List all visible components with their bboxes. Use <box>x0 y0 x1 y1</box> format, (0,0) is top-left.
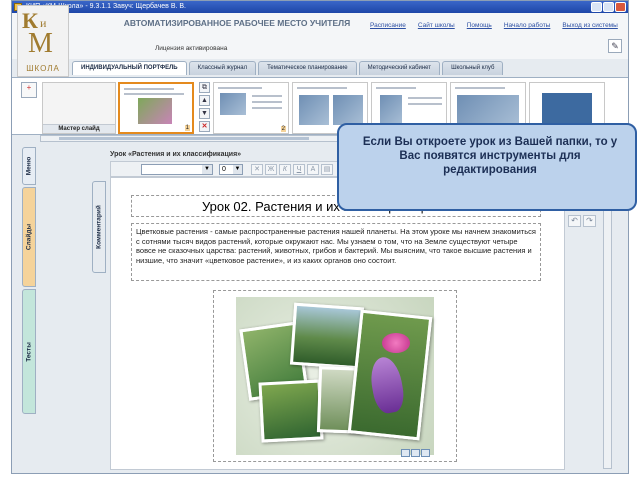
delete-icon[interactable]: ✕ <box>199 121 210 132</box>
maximize-button[interactable] <box>603 2 614 12</box>
side-tab-slides[interactable]: Слайды <box>22 187 36 287</box>
link-getting-started[interactable]: Начало работы <box>504 22 551 29</box>
slide-tools: ⧉ ▲ ▼ ✕ <box>199 82 211 134</box>
app-title: АВТОМАТИЗИРОВАННОЕ РАБОЧЕЕ МЕСТО УЧИТЕЛЯ <box>123 18 351 28</box>
slide-thumbnail[interactable]: 2 <box>213 82 289 134</box>
top-links: Расписание Сайт школы Помощь Начало рабо… <box>370 22 618 29</box>
slide-number: 1 <box>184 125 190 131</box>
tab-individual-portfolio[interactable]: ИНДИВИДУАЛЬНЫЙ ПОРТФЕЛЬ <box>72 61 187 75</box>
slide-canvas: Урок 02. Растения и их классификация Цве… <box>110 177 565 470</box>
callout-text: Если Вы откроете урок из Вашей папки, то… <box>362 136 618 176</box>
side-tab-tests-label: Тесты <box>25 341 33 362</box>
text-color-icon[interactable]: A <box>307 164 319 175</box>
master-slide-label: Мастер слайд <box>43 124 115 133</box>
font-size-select[interactable]: 0 ▼ <box>219 164 243 175</box>
tab-thematic-planning[interactable]: Тематическое планирование <box>258 61 357 75</box>
license-status: Лицензия активирована <box>155 45 228 52</box>
move-up-icon[interactable]: ▲ <box>199 95 210 106</box>
italic-button[interactable]: К <box>279 164 291 175</box>
plant-collage-image <box>236 297 434 455</box>
lesson-label: Урок «Растения и их классификация» <box>110 151 242 158</box>
link-help[interactable]: Помощь <box>467 22 492 29</box>
callout-bubble: Если Вы откроете урок из Вашей папки, то… <box>337 123 637 211</box>
tab-class-journal[interactable]: Классный журнал <box>188 61 257 75</box>
logo-letter-m: М <box>28 28 53 59</box>
chevron-down-icon: ▼ <box>233 165 242 174</box>
undo-icon[interactable]: ↶ <box>568 215 581 227</box>
underline-button[interactable]: Ч <box>293 164 305 175</box>
main-tabs: ИНДИВИДУАЛЬНЫЙ ПОРТФЕЛЬ Классный журнал … <box>72 61 505 75</box>
lesson-image-box[interactable] <box>213 290 457 462</box>
bold-button[interactable]: Ж <box>265 164 277 175</box>
image-resize-icon[interactable] <box>411 449 420 457</box>
lesson-text-box[interactable]: Цветковые растения - самые распространен… <box>131 223 541 281</box>
font-family-select[interactable]: ▼ <box>141 164 213 175</box>
slide-thumbnail[interactable]: 1 <box>118 82 194 134</box>
redo-icon[interactable]: ↷ <box>583 215 596 227</box>
copy-icon[interactable]: ⧉ <box>199 82 210 93</box>
clear-format-icon[interactable]: ✕ <box>251 164 263 175</box>
tab-school-club[interactable]: Школьный клуб <box>442 61 504 75</box>
pencil-icon[interactable]: ✎ <box>608 39 622 53</box>
logo-school: ШКОЛА <box>26 64 60 73</box>
font-size-value: 0 <box>222 166 226 173</box>
side-tab-slides-label: Слайды <box>25 223 33 251</box>
chevron-down-icon: ▼ <box>202 165 212 174</box>
logo: К и М ШКОЛА <box>17 5 69 77</box>
move-down-icon[interactable]: ▼ <box>199 108 210 119</box>
tab-methodical-cabinet[interactable]: Методический кабинет <box>358 61 441 75</box>
header: АВТОМАТИЗИРОВАННОЕ РАБОЧЕЕ МЕСТО УЧИТЕЛЯ… <box>12 13 628 59</box>
comments-tab[interactable]: Комментарий <box>92 181 106 273</box>
app-window: КИП «КМ-Школа» - 9.3.1.1 Завуч: Щербачев… <box>11 0 629 474</box>
close-button[interactable] <box>615 2 626 12</box>
undo-redo: ↶ ↷ <box>568 215 596 227</box>
image-delete-icon[interactable] <box>421 449 430 457</box>
comments-tab-label: Комментарий <box>95 205 103 249</box>
paste-icon[interactable]: ▤ <box>321 164 333 175</box>
image-edit-icon[interactable] <box>401 449 410 457</box>
add-slide-icon[interactable]: + <box>21 82 37 98</box>
minimize-button[interactable] <box>591 2 602 12</box>
side-tab-menu-label: Меню <box>25 156 33 176</box>
side-tab-tests[interactable]: Тесты <box>22 289 36 414</box>
link-schedule[interactable]: Расписание <box>370 22 406 29</box>
master-slide[interactable]: Мастер слайд <box>42 82 116 134</box>
title-bar: КИП «КМ-Школа» - 9.3.1.1 Завуч: Щербачев… <box>12 1 628 13</box>
side-tab-menu[interactable]: Меню <box>22 147 36 185</box>
link-school-site[interactable]: Сайт школы <box>418 22 455 29</box>
link-logout[interactable]: Выход из системы <box>562 22 617 29</box>
slide-number: 2 <box>280 126 286 132</box>
lesson-text: Цветковые растения - самые распространен… <box>136 227 536 265</box>
image-tools <box>401 449 430 457</box>
